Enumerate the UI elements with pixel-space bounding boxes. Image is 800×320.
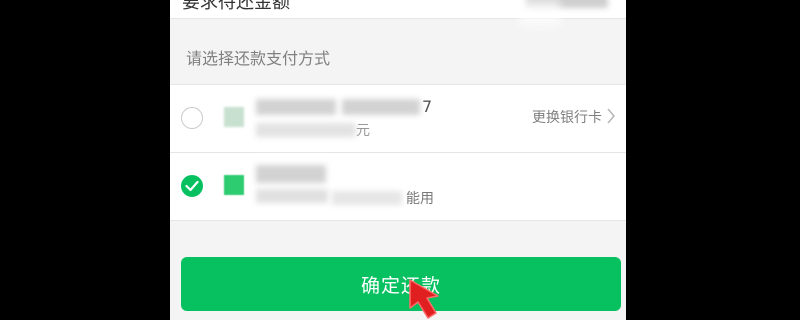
repayment-panel: 要求待还金额 请选择还款支付方式 7 元 更换银行卡 能用 确定还款 bbox=[170, 0, 626, 320]
glare-overlay bbox=[520, 0, 560, 26]
red-arrow-cursor-icon bbox=[409, 279, 439, 319]
payment-method-title: 请选择还款支付方式 bbox=[186, 49, 331, 68]
option-detail-blurred-2 bbox=[332, 191, 402, 205]
payment-method-list: 7 元 更换银行卡 能用 bbox=[170, 84, 626, 221]
radio-unchecked-icon[interactable] bbox=[181, 107, 203, 129]
option-detail-suffix: 能用 bbox=[406, 191, 434, 207]
payment-option-balance[interactable]: 能用 bbox=[170, 152, 626, 220]
change-card-label: 更换银行卡 bbox=[532, 110, 602, 126]
check-icon[interactable] bbox=[181, 175, 203, 197]
confirm-repay-button[interactable]: 确定还款 bbox=[181, 257, 621, 311]
card-number-blurred bbox=[342, 99, 420, 115]
option-name-blurred bbox=[256, 165, 326, 183]
bank-logo-icon bbox=[224, 107, 244, 127]
amount-due-label: 要求待还金额 bbox=[182, 0, 290, 13]
bank-name-blurred bbox=[256, 99, 336, 115]
card-limit-blurred bbox=[256, 123, 356, 137]
option-detail-blurred-1 bbox=[256, 189, 328, 203]
payment-option-bank-card[interactable]: 7 元 更换银行卡 bbox=[170, 85, 626, 152]
change-card-link[interactable]: 更换银行卡 bbox=[532, 107, 616, 128]
card-limit-suffix: 元 bbox=[356, 123, 370, 139]
card-number-suffix: 7 bbox=[422, 97, 433, 116]
chevron-right-icon bbox=[606, 108, 616, 128]
bank-logo-icon bbox=[224, 175, 244, 195]
